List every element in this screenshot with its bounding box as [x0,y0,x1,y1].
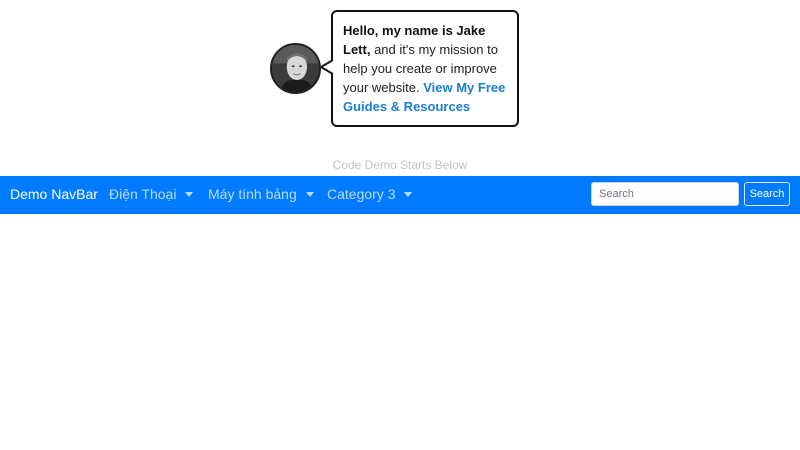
demo-start-label: Code Demo Starts Below [332,158,468,172]
person-photo-icon [272,45,319,92]
speech-bubble: Hello, my name is Jake Lett, and it's my… [331,10,519,127]
nav-dropdown-label: Điện Thoại [109,186,177,202]
navbar-brand[interactable]: Demo NavBar [10,186,98,202]
nav-dropdown-tablets[interactable]: Máy tính bảng [208,186,314,202]
caret-down-icon [404,192,413,197]
search-input[interactable] [591,182,739,206]
search-button[interactable]: Search [744,182,790,206]
speech-bubble-tail [321,60,333,74]
caret-down-icon [305,192,314,197]
nav-dropdown-label: Category 3 [327,186,396,202]
nav-dropdown-category-3[interactable]: Category 3 [327,186,413,202]
caret-down-icon [185,192,194,197]
author-intro: Hello, my name is Jake Lett, and it's my… [270,10,520,128]
navbar: Demo NavBar Điện Thoại Máy tính bảng Cat… [0,176,800,214]
nav-dropdown-phones[interactable]: Điện Thoại [109,186,194,202]
author-avatar [270,43,321,94]
nav-dropdown-label: Máy tính bảng [208,186,297,202]
